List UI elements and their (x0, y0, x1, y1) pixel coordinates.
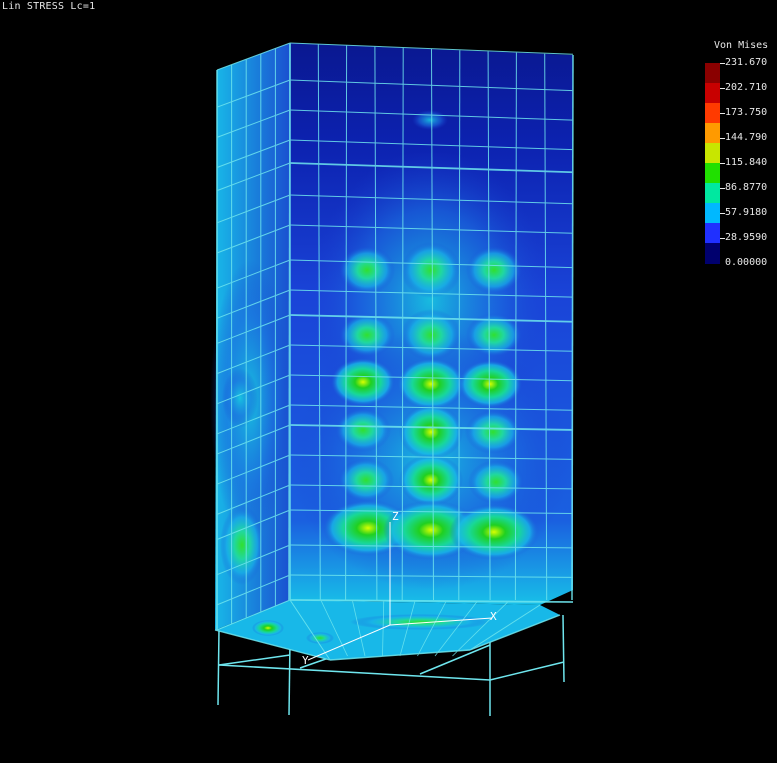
legend-label: 28.9590 (725, 232, 768, 243)
legend-swatch (705, 123, 720, 144)
legend-swatch (705, 223, 720, 244)
legend-label: 0.00000 (725, 257, 768, 268)
legend-swatch (705, 63, 720, 84)
color-scale-bar (705, 63, 720, 264)
fea-viewport[interactable]: Z X Y (0, 0, 777, 759)
mesh-line (571, 54, 574, 601)
axis-x-label: X (490, 610, 497, 623)
axis-y-label: Y (302, 654, 309, 667)
legend-swatch (705, 103, 720, 124)
legend-swatch (705, 83, 720, 104)
legend-label: 86.8770 (725, 182, 768, 193)
legend-label: 173.750 (725, 107, 768, 118)
legend-label: 202.710 (725, 82, 768, 93)
legend-swatch (705, 143, 720, 164)
legend-labels: 231.670 202.710 173.750 144.790 115.840 86.87… (725, 57, 775, 269)
legend-swatch (705, 203, 720, 224)
stress-model-canvas[interactable]: Z X Y (0, 0, 777, 759)
legend-title: Von Mises (714, 40, 769, 51)
legend-label: 144.790 (725, 132, 768, 143)
legend-swatch (705, 243, 720, 264)
axis-z-label: Z (392, 510, 399, 523)
legend-swatch (705, 183, 720, 204)
result-title: Lin STRESS Lc=1 (2, 1, 96, 12)
legend-label: 231.670 (725, 57, 768, 68)
legend-swatch (705, 163, 720, 184)
legend-label: 57.9180 (725, 207, 768, 218)
legend-label: 115.840 (725, 157, 768, 168)
